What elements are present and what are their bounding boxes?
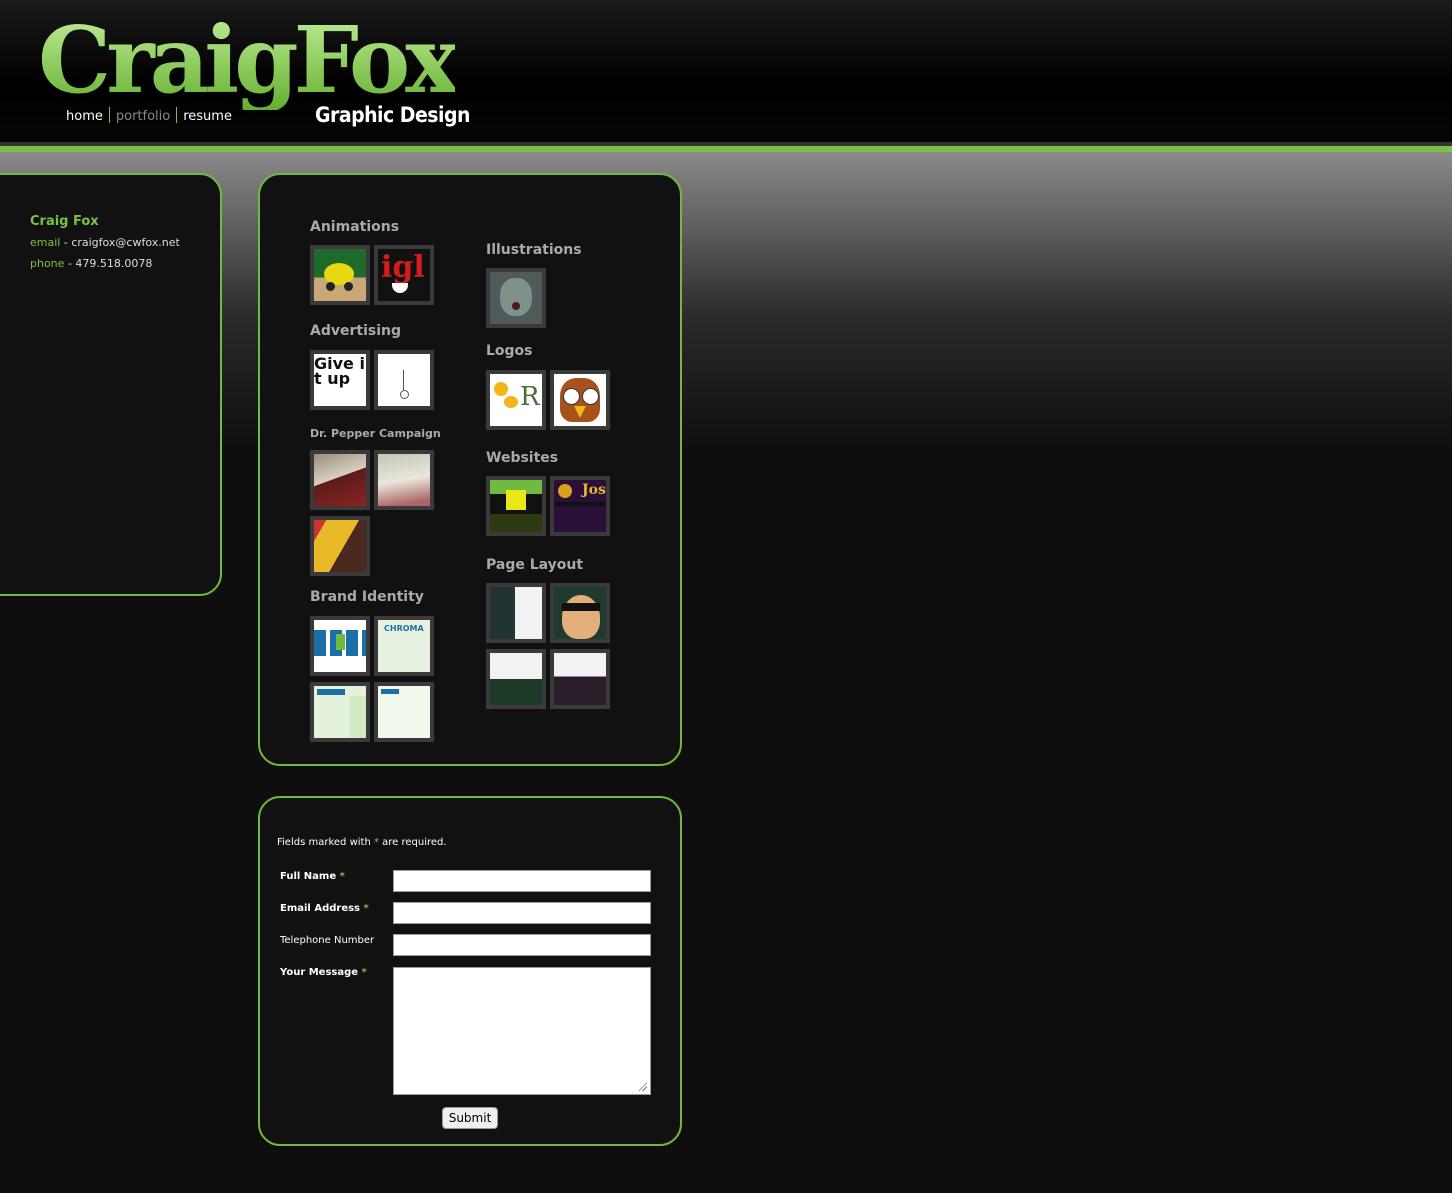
thumb-advertising-give[interactable]: Give it up — [310, 350, 370, 410]
thumb-drpepper-2[interactable] — [374, 450, 434, 510]
section-title-dr-pepper: Dr. Pepper Campaign — [310, 427, 441, 440]
section-title-animations: Animations — [310, 219, 400, 235]
email-address-label-text: Email Address — [280, 903, 361, 914]
telephone-input[interactable] — [393, 934, 651, 956]
phone-label: phone — [30, 257, 65, 270]
portfolio-panel: Animations igl Advertising Give it up Dr… — [258, 173, 682, 766]
phone-value: 479.518.0078 — [75, 257, 153, 270]
section-title-illustrations: Illustrations — [486, 242, 582, 258]
contact-panel: Craig Fox email - craigfox@cwfox.net pho… — [0, 173, 222, 596]
thumb-drpepper-1[interactable] — [310, 450, 370, 510]
thumb-brand-2[interactable]: CHROMA — [374, 616, 434, 676]
nav-portfolio[interactable]: portfolio — [116, 109, 170, 124]
email-separator: - — [60, 236, 72, 249]
thumb-layout-2[interactable] — [550, 583, 610, 643]
thumb-brand-4[interactable] — [374, 682, 434, 742]
thumb-brand-1[interactable] — [310, 616, 370, 676]
header: CraigFox Graphic Design home portfolio res… — [0, 0, 1452, 142]
contact-name: Craig Fox — [30, 214, 99, 229]
thumb-animation-igl[interactable]: igl — [374, 245, 434, 305]
thumb-logo-owl[interactable] — [550, 370, 610, 430]
section-title-brand-identity: Brand Identity — [310, 589, 424, 605]
contact-form-panel: Fields marked with * are required. Full … — [258, 796, 682, 1146]
full-name-label: Full Name * — [280, 871, 345, 882]
telephone-label: Telephone Number — [280, 935, 375, 946]
thumb-layout-1[interactable] — [486, 583, 546, 643]
thumb-drpepper-3[interactable] — [310, 516, 370, 576]
section-title-page-layout: Page Layout — [486, 557, 584, 573]
required-note-prefix: Fields marked with — [277, 837, 374, 848]
contact-phone: phone - 479.518.0078 — [30, 257, 152, 270]
email-address-input[interactable] — [393, 902, 651, 924]
thumb-logo-rb[interactable]: R — [486, 370, 546, 430]
thumb-animation-lemon[interactable] — [310, 245, 370, 305]
main-nav: home portfolio resume — [66, 107, 232, 124]
thumb-website-1[interactable] — [486, 476, 546, 536]
email-label: email — [30, 236, 61, 249]
section-title-logos: Logos — [486, 343, 533, 359]
email-address-label: Email Address * — [280, 903, 369, 914]
required-star: * — [361, 967, 367, 978]
message-label-text: Your Message — [280, 967, 359, 978]
jos-text: Jos — [582, 482, 606, 498]
nav-home[interactable]: home — [66, 109, 103, 124]
section-title-advertising: Advertising — [310, 323, 401, 339]
rb-text: R — [520, 382, 540, 412]
nav-resume[interactable]: resume — [183, 109, 232, 124]
igl-text: igl — [381, 250, 425, 285]
site-logo[interactable]: CraigFox Graphic Design home portfolio res… — [38, 10, 478, 135]
full-name-input[interactable] — [393, 870, 651, 892]
thumb-website-2[interactable]: Jos — [550, 476, 610, 536]
logo-wordmark: CraigFox — [38, 6, 460, 114]
contact-email: email - craigfox@cwfox.net — [30, 236, 180, 249]
required-star: * — [363, 903, 369, 914]
phone-separator: - — [64, 257, 76, 270]
required-star: * — [339, 871, 345, 882]
message-label: Your Message * — [280, 967, 367, 978]
give-text: Give it up — [314, 354, 365, 388]
full-name-label-text: Full Name — [280, 871, 337, 882]
nav-divider — [176, 107, 178, 123]
section-title-websites: Websites — [486, 450, 559, 466]
chroma-text: CHROMA — [384, 624, 424, 633]
thumb-layout-4[interactable] — [550, 649, 610, 709]
required-note: Fields marked with * are required. — [277, 837, 447, 848]
thumb-illustration-zombie[interactable] — [486, 268, 546, 328]
resize-grip[interactable] — [637, 1081, 647, 1091]
message-textarea[interactable] — [393, 967, 651, 1095]
submit-button[interactable]: Submit — [442, 1107, 498, 1129]
logo-tagline: Graphic Design — [315, 103, 471, 127]
required-note-suffix: are required. — [378, 837, 447, 848]
nav-divider — [108, 107, 110, 123]
email-value[interactable]: craigfox@cwfox.net — [71, 236, 180, 249]
thumb-brand-3[interactable] — [310, 682, 370, 742]
thumb-layout-3[interactable] — [486, 649, 546, 709]
thumb-advertising-balloon[interactable] — [374, 350, 434, 410]
